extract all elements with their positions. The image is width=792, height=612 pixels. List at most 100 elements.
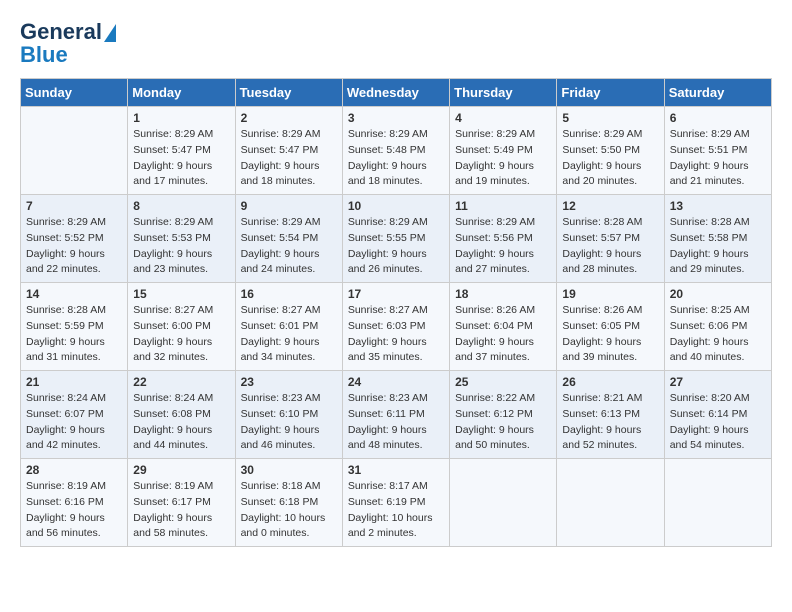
logo-text: General: [20, 20, 116, 44]
cell-content: Sunrise: 8:29 AMSunset: 5:51 PMDaylight:…: [670, 127, 766, 190]
sunrise-text: Sunrise: 8:19 AM: [26, 479, 122, 495]
sunset-text: Sunset: 6:14 PM: [670, 407, 766, 423]
daylight-text: Daylight: 10 hours and 2 minutes.: [348, 511, 444, 543]
calendar-cell: 15Sunrise: 8:27 AMSunset: 6:00 PMDayligh…: [128, 283, 235, 371]
day-number: 31: [348, 463, 444, 477]
cell-content: Sunrise: 8:18 AMSunset: 6:18 PMDaylight:…: [241, 479, 337, 542]
daylight-text: Daylight: 9 hours and 21 minutes.: [670, 159, 766, 191]
cell-content: Sunrise: 8:25 AMSunset: 6:06 PMDaylight:…: [670, 303, 766, 366]
sunset-text: Sunset: 6:06 PM: [670, 319, 766, 335]
cell-content: Sunrise: 8:26 AMSunset: 6:05 PMDaylight:…: [562, 303, 658, 366]
sunrise-text: Sunrise: 8:27 AM: [241, 303, 337, 319]
calendar-cell: 23Sunrise: 8:23 AMSunset: 6:10 PMDayligh…: [235, 371, 342, 459]
day-number: 7: [26, 199, 122, 213]
daylight-text: Daylight: 9 hours and 34 minutes.: [241, 335, 337, 367]
day-number: 4: [455, 111, 551, 125]
daylight-text: Daylight: 9 hours and 54 minutes.: [670, 423, 766, 455]
cell-content: Sunrise: 8:29 AMSunset: 5:54 PMDaylight:…: [241, 215, 337, 278]
cell-content: Sunrise: 8:28 AMSunset: 5:57 PMDaylight:…: [562, 215, 658, 278]
cell-content: Sunrise: 8:29 AMSunset: 5:53 PMDaylight:…: [133, 215, 229, 278]
calendar-cell: 13 Sunrise: 8:28 AMSunset: 5:58 PMDayligh…: [664, 195, 771, 283]
day-number: 19: [562, 287, 658, 301]
day-number: 29: [133, 463, 229, 477]
sunrise-text: Sunrise: 8:25 AM: [670, 303, 766, 319]
sunset-text: Sunset: 5:55 PM: [348, 231, 444, 247]
calendar-week-2: 7 Sunrise: 8:29 AMSunset: 5:52 PMDaylight…: [21, 195, 772, 283]
cell-content: Sunrise: 8:23 AMSunset: 6:11 PMDaylight:…: [348, 391, 444, 454]
calendar-cell: 30Sunrise: 8:18 AMSunset: 6:18 PMDayligh…: [235, 459, 342, 547]
calendar-cell: 29Sunrise: 8:19 AMSunset: 6:17 PMDayligh…: [128, 459, 235, 547]
cell-content: Sunrise: 8:29 AMSunset: 5:49 PMDaylight:…: [455, 127, 551, 190]
cell-content: Sunrise: 8:23 AMSunset: 6:10 PMDaylight:…: [241, 391, 337, 454]
sunrise-text: Sunrise: 8:26 AM: [562, 303, 658, 319]
daylight-text: Daylight: 9 hours and 26 minutes.: [348, 247, 444, 279]
sunrise-text: Sunrise: 8:23 AM: [348, 391, 444, 407]
daylight-text: Daylight: 9 hours and 32 minutes.: [133, 335, 229, 367]
sunset-text: Sunset: 6:07 PM: [26, 407, 122, 423]
daylight-text: Daylight: 9 hours and 40 minutes.: [670, 335, 766, 367]
cell-content: Sunrise: 8:29 AMSunset: 5:47 PMDaylight:…: [241, 127, 337, 190]
day-header-thursday: Thursday: [450, 79, 557, 107]
cell-content: Sunrise: 8:29 AMSunset: 5:48 PMDaylight:…: [348, 127, 444, 190]
calendar-cell: 16Sunrise: 8:27 AMSunset: 6:01 PMDayligh…: [235, 283, 342, 371]
cell-content: Sunrise: 8:21 AMSunset: 6:13 PMDaylight:…: [562, 391, 658, 454]
day-number: 17: [348, 287, 444, 301]
day-number: 26: [562, 375, 658, 389]
day-number: 16: [241, 287, 337, 301]
day-number: 12: [562, 199, 658, 213]
sunset-text: Sunset: 6:17 PM: [133, 495, 229, 511]
calendar-cell: 1Sunrise: 8:29 AMSunset: 5:47 PMDaylight…: [128, 107, 235, 195]
calendar-cell: 19 Sunrise: 8:26 AMSunset: 6:05 PMDayligh…: [557, 283, 664, 371]
cell-content: Sunrise: 8:28 AMSunset: 5:59 PMDaylight:…: [26, 303, 122, 366]
day-number: 21: [26, 375, 122, 389]
day-header-friday: Friday: [557, 79, 664, 107]
cell-content: Sunrise: 8:29 AMSunset: 5:52 PMDaylight:…: [26, 215, 122, 278]
sunrise-text: Sunrise: 8:22 AM: [455, 391, 551, 407]
sunset-text: Sunset: 6:13 PM: [562, 407, 658, 423]
page-header: General Blue: [20, 20, 772, 68]
calendar-cell: 5Sunrise: 8:29 AMSunset: 5:50 PMDaylight…: [557, 107, 664, 195]
calendar-table: SundayMondayTuesdayWednesdayThursdayFrid…: [20, 78, 772, 547]
day-header-wednesday: Wednesday: [342, 79, 449, 107]
day-header-monday: Monday: [128, 79, 235, 107]
day-number: 9: [241, 199, 337, 213]
calendar-cell: 3 Sunrise: 8:29 AMSunset: 5:48 PMDaylight…: [342, 107, 449, 195]
day-number: 3: [348, 111, 444, 125]
daylight-text: Daylight: 9 hours and 35 minutes.: [348, 335, 444, 367]
cell-content: Sunrise: 8:29 AMSunset: 5:47 PMDaylight:…: [133, 127, 229, 190]
cell-content: Sunrise: 8:24 AMSunset: 6:07 PMDaylight:…: [26, 391, 122, 454]
calendar-cell: 10 Sunrise: 8:29 AMSunset: 5:55 PMDayligh…: [342, 195, 449, 283]
calendar-cell: 17Sunrise: 8:27 AMSunset: 6:03 PMDayligh…: [342, 283, 449, 371]
daylight-text: Daylight: 9 hours and 22 minutes.: [26, 247, 122, 279]
calendar-cell: 6Sunrise: 8:29 AMSunset: 5:51 PMDaylight…: [664, 107, 771, 195]
calendar-week-1: 1Sunrise: 8:29 AMSunset: 5:47 PMDaylight…: [21, 107, 772, 195]
day-number: 24: [348, 375, 444, 389]
calendar-cell: [664, 459, 771, 547]
calendar-cell: [557, 459, 664, 547]
daylight-text: Daylight: 9 hours and 58 minutes.: [133, 511, 229, 543]
day-header-sunday: Sunday: [21, 79, 128, 107]
calendar-cell: 2Sunrise: 8:29 AMSunset: 5:47 PMDaylight…: [235, 107, 342, 195]
sunrise-text: Sunrise: 8:29 AM: [670, 127, 766, 143]
day-number: 10: [348, 199, 444, 213]
calendar-cell: 24 Sunrise: 8:23 AMSunset: 6:11 PMDayligh…: [342, 371, 449, 459]
cell-content: Sunrise: 8:19 AMSunset: 6:16 PMDaylight:…: [26, 479, 122, 542]
sunset-text: Sunset: 5:50 PM: [562, 143, 658, 159]
calendar-header-row: SundayMondayTuesdayWednesdayThursdayFrid…: [21, 79, 772, 107]
day-number: 14: [26, 287, 122, 301]
daylight-text: Daylight: 9 hours and 44 minutes.: [133, 423, 229, 455]
sunrise-text: Sunrise: 8:29 AM: [348, 215, 444, 231]
day-number: 13: [670, 199, 766, 213]
calendar-cell: 18Sunrise: 8:26 AMSunset: 6:04 PMDayligh…: [450, 283, 557, 371]
day-number: 18: [455, 287, 551, 301]
daylight-text: Daylight: 9 hours and 17 minutes.: [133, 159, 229, 191]
sunset-text: Sunset: 5:47 PM: [241, 143, 337, 159]
cell-content: Sunrise: 8:28 AMSunset: 5:58 PMDaylight:…: [670, 215, 766, 278]
sunrise-text: Sunrise: 8:29 AM: [133, 127, 229, 143]
calendar-cell: 11Sunrise: 8:29 AMSunset: 5:56 PMDayligh…: [450, 195, 557, 283]
sunrise-text: Sunrise: 8:28 AM: [562, 215, 658, 231]
sunset-text: Sunset: 5:58 PM: [670, 231, 766, 247]
daylight-text: Daylight: 9 hours and 28 minutes.: [562, 247, 658, 279]
daylight-text: Daylight: 9 hours and 42 minutes.: [26, 423, 122, 455]
daylight-text: Daylight: 9 hours and 56 minutes.: [26, 511, 122, 543]
